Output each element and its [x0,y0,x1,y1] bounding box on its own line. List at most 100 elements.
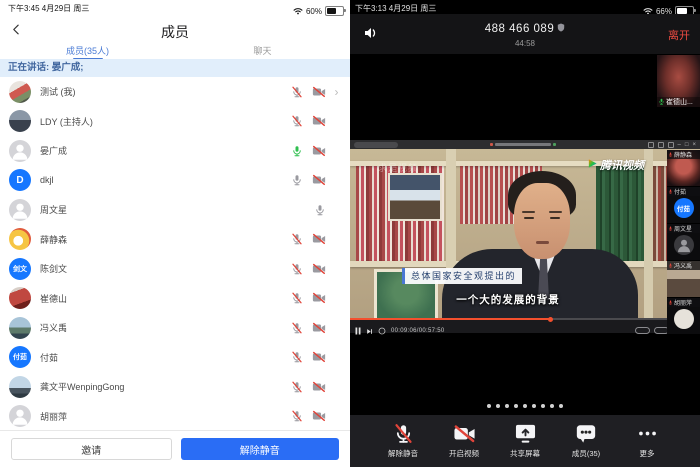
member-row[interactable]: 薛静森› [0,225,350,255]
meeting-toolbar: 解除静音开启视频 共享屏幕 成员(35) 更多 [350,415,700,467]
video-player-bar: 00:09:06/00:57:50 [350,318,700,333]
active-speaker-thumbnail[interactable]: 崔德山... [657,55,700,107]
participant-thumbnail[interactable]: 胡丽萍 [667,298,700,335]
participant-label: 付茹 [667,187,700,196]
mic-grey-icon [314,204,326,216]
member-list: 测试 (我)›LDY (主持人)›晏广成›Ddkjl›周文星›薛静森›剑文陈剑文… [0,77,350,430]
speaker-brow [549,211,562,213]
mic-off-icon [668,226,673,231]
member-row[interactable]: 龚文平WenpingGong› [0,372,350,402]
participant-thumbnail[interactable]: 薛静森 [667,150,700,187]
shared-video-content: 求是视频 腾讯视频 总体国家安全观提出的 一个大的发展的背景 [350,149,700,318]
toolbar-share-screen[interactable]: 共享屏幕 [499,422,551,467]
member-status-icons [291,174,326,186]
member-row[interactable]: LDY (主持人)› [0,107,350,137]
member-name: dkjl [40,175,54,185]
mic-muted-icon [291,115,303,127]
mic-muted-icon [291,410,303,422]
toolbar-label: 更多 [640,448,655,459]
cam-off-icon [312,410,326,422]
mic-muted-icon [291,292,303,304]
active-speaker-label: 崔德山... [657,97,700,107]
toolbar-more[interactable]: 更多 [621,422,673,467]
cam-off-icon [312,322,326,334]
window-app-pill [354,142,398,148]
participant-thumbnail-strip: 薛静森付茹付茹周文星冯义禹胡丽萍 [667,150,700,335]
meeting-panel: 下午3:13 4月29日 周三 66% 488 466 089 44:58 离开 [350,0,700,467]
member-row[interactable]: 测试 (我)› [0,77,350,107]
meeting-id: 488 466 089 [485,23,554,35]
invite-button[interactable]: 邀请 [11,438,172,460]
member-row[interactable]: 胡丽萍› [0,402,350,431]
meeting-timer: 44:58 [350,39,700,48]
member-row[interactable]: 周文星› [0,195,350,225]
member-row[interactable]: 崔德山› [0,284,350,314]
participant-thumbnail[interactable]: 冯义禹 [667,261,700,298]
member-row[interactable]: 付茹付茹› [0,343,350,373]
brand-logo: 腾讯视频 [587,156,644,174]
member-status-icons [293,204,326,216]
split-screen: 下午3:45 4月29日 周三 60% 成员 成员(35人) 聊天 正在讲话: … [0,0,700,467]
camera-off-icon [453,422,476,445]
member-name: 冯义禹 [40,321,67,334]
member-avatar [9,405,31,427]
toolbar-label: 共享屏幕 [510,448,540,459]
participant-thumbnail[interactable]: 周文星 [667,224,700,261]
tab-members[interactable]: 成员(35人) [0,46,175,59]
shared-screen-window[interactable]: – □ × [350,140,700,333]
cam-off-icon [312,233,326,245]
titlebar-green-dot [553,143,556,146]
member-avatar: 付茹 [9,346,31,368]
page-dot [505,404,509,408]
member-avatar: 剑文 [9,258,31,280]
member-avatar [9,81,31,103]
page-dot [559,404,563,408]
player-time: 00:09:06/00:57:50 [391,328,444,334]
member-row[interactable]: 冯义禹› [0,313,350,343]
speaker-brow [522,211,535,213]
toolbar-label: 开启视频 [449,448,479,459]
unmute-button[interactable]: 解除静音 [181,438,340,460]
mic-off-icon [393,422,414,445]
cam-off-icon [312,86,326,98]
member-name: LDY (主持人) [40,115,93,128]
participant-thumbnail[interactable]: 付茹付茹 [667,187,700,224]
window-title-text-bar [495,143,551,146]
participant-avatar [674,235,694,255]
member-status-icons [291,381,326,393]
toolbar-members[interactable]: 成员(35) [560,422,612,467]
toolbar-mic-off[interactable]: 解除静音 [377,422,429,467]
member-row[interactable]: 剑文陈剑文› [0,254,350,284]
member-row[interactable]: Ddkjl› [0,166,350,196]
member-name: 陈剑文 [40,262,67,275]
member-name: 龚文平WenpingGong [40,380,124,393]
page-dot [550,404,554,408]
page-dot [496,404,500,408]
titlebar-tool-icon [658,142,664,148]
mic-muted-icon [291,263,303,275]
mic-muted-icon [291,86,303,98]
member-row[interactable]: 晏广成› [0,136,350,166]
mic-muted-icon [291,381,303,393]
page-dot [532,404,536,408]
members-tab-bar: 成员(35人) 聊天 [0,46,350,60]
window-controls: – □ × [648,142,696,148]
cam-off-icon [312,351,326,363]
speaker-face [514,183,570,259]
meeting-id-block[interactable]: 488 466 089 44:58 [350,19,700,48]
members-icon [575,422,597,445]
pause-icon [355,322,361,340]
cam-off-icon [312,145,326,157]
member-name: 周文星 [40,203,67,216]
participant-label: 周文星 [667,224,700,233]
brand-logo-text: 腾讯视频 [600,157,644,173]
more-icon [637,422,658,445]
member-avatar [9,376,31,398]
member-name: 测试 (我) [40,85,76,98]
toolbar-label: 成员(35) [572,448,600,459]
framed-photo [388,173,442,221]
video-subtitle: 一个大的发展的背景 [350,292,666,307]
tab-chat[interactable]: 聊天 [175,46,350,59]
leave-button[interactable]: 离开 [668,27,690,43]
toolbar-camera-off[interactable]: 开启视频 [438,422,490,467]
